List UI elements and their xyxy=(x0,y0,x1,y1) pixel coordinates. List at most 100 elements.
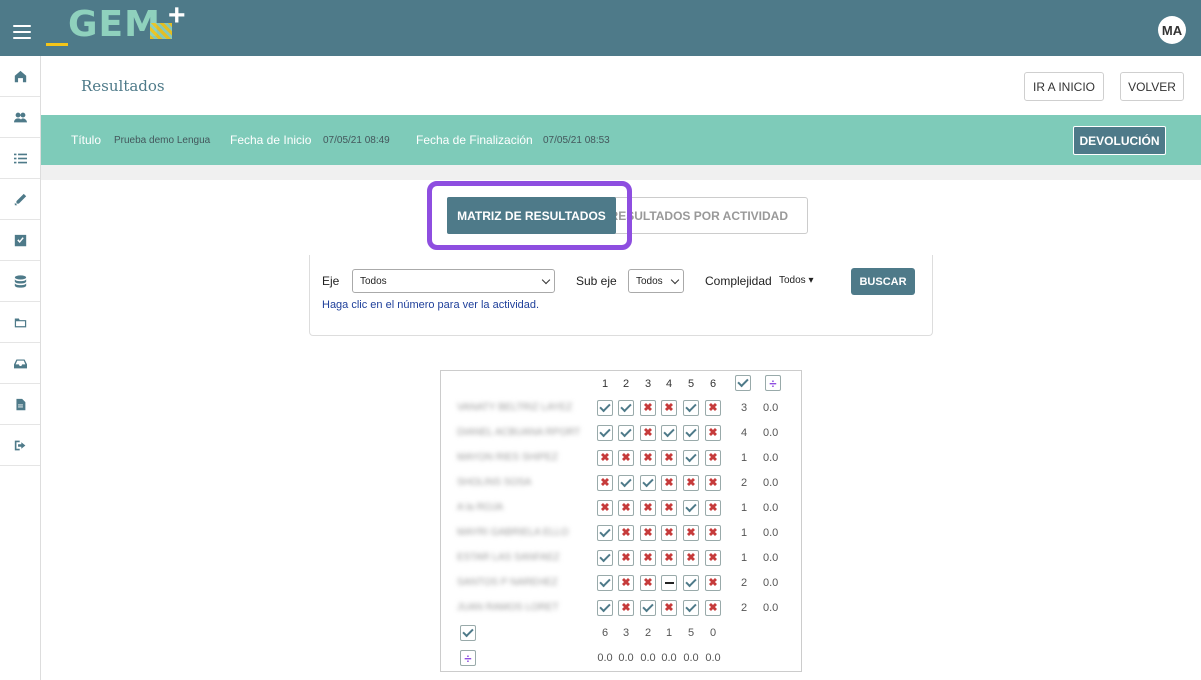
answer-cross-icon[interactable]: ✖ xyxy=(618,575,634,591)
subeje-select[interactable]: Todos xyxy=(628,269,684,293)
student-correct-count: 3 xyxy=(740,402,748,414)
header-panel: Resultados IR A INICIO VOLVER xyxy=(41,56,1201,115)
student-correct-count: 2 xyxy=(740,477,748,489)
answer-check-icon[interactable] xyxy=(597,600,613,616)
column-header-2[interactable]: 2 xyxy=(618,378,634,390)
search-button[interactable]: BUSCAR xyxy=(851,268,915,295)
answer-cross-icon[interactable]: ✖ xyxy=(661,525,677,541)
answer-cross-icon[interactable]: ✖ xyxy=(640,575,656,591)
home-button[interactable]: IR A INICIO xyxy=(1024,72,1104,101)
answer-cross-icon[interactable]: ✖ xyxy=(618,550,634,566)
answer-check-icon[interactable] xyxy=(683,575,699,591)
devolucion-button[interactable]: DEVOLUCIÓN xyxy=(1073,126,1166,155)
sidebar-item-database[interactable] xyxy=(0,261,40,302)
answer-check-icon[interactable] xyxy=(597,425,613,441)
column-header-4[interactable]: 4 xyxy=(661,378,677,390)
answer-cross-icon[interactable]: ✖ xyxy=(618,500,634,516)
top-bar: GEM + MA xyxy=(0,0,1201,56)
column-header-5[interactable]: 5 xyxy=(683,378,699,390)
answer-check-icon[interactable] xyxy=(597,575,613,591)
sidebar-item-folder[interactable] xyxy=(0,302,40,343)
eje-select[interactable]: Todos xyxy=(352,269,555,293)
student-name: SANTOS P NAREHEZ xyxy=(457,577,558,588)
answer-cross-icon[interactable]: ✖ xyxy=(683,550,699,566)
answer-cross-icon[interactable]: ✖ xyxy=(705,500,721,516)
answer-cross-icon[interactable]: ✖ xyxy=(661,400,677,416)
answer-cross-icon[interactable]: ✖ xyxy=(618,600,634,616)
answer-cross-icon[interactable]: ✖ xyxy=(640,400,656,416)
column-total: 1 xyxy=(665,627,673,639)
answer-check-icon[interactable] xyxy=(618,425,634,441)
sidebar-item-list[interactable] xyxy=(0,138,40,179)
answer-cross-icon[interactable]: ✖ xyxy=(640,525,656,541)
student-correct-count: 1 xyxy=(740,452,748,464)
answer-cross-icon[interactable]: ✖ xyxy=(597,450,613,466)
student-average: 0.0 xyxy=(763,552,779,564)
answer-check-icon[interactable] xyxy=(661,425,677,441)
start-date-label: Fecha de Inicio xyxy=(230,133,312,147)
answer-check-icon[interactable] xyxy=(618,475,634,491)
answer-check-icon[interactable] xyxy=(640,600,656,616)
answer-cross-icon[interactable]: ✖ xyxy=(705,600,721,616)
answer-cross-icon[interactable]: ✖ xyxy=(618,525,634,541)
answer-check-icon[interactable] xyxy=(640,475,656,491)
answer-check-icon[interactable] xyxy=(683,425,699,441)
student-correct-count: 1 xyxy=(740,502,748,514)
column-header-6[interactable]: 6 xyxy=(705,378,721,390)
answer-check-icon[interactable] xyxy=(618,400,634,416)
filter-panel: Eje Todos Sub eje Todos Complejidad Todo… xyxy=(309,255,933,336)
answer-dash-icon[interactable] xyxy=(661,575,677,591)
answer-cross-icon[interactable]: ✖ xyxy=(705,525,721,541)
answer-cross-icon[interactable]: ✖ xyxy=(705,400,721,416)
column-header-3[interactable]: 3 xyxy=(640,378,656,390)
student-correct-count: 2 xyxy=(740,602,748,614)
answer-cross-icon[interactable]: ✖ xyxy=(640,450,656,466)
answer-cross-icon[interactable]: ✖ xyxy=(705,425,721,441)
answer-cross-icon[interactable]: ✖ xyxy=(640,425,656,441)
answer-cross-icon[interactable]: ✖ xyxy=(683,525,699,541)
answer-cross-icon[interactable]: ✖ xyxy=(705,450,721,466)
answer-cross-icon[interactable]: ✖ xyxy=(640,550,656,566)
answer-check-icon[interactable] xyxy=(597,525,613,541)
answer-cross-icon[interactable]: ✖ xyxy=(661,600,677,616)
inbox-icon xyxy=(13,358,27,368)
eje-select-value: Todos xyxy=(360,275,387,287)
avatar[interactable]: MA xyxy=(1158,16,1186,44)
answer-cross-icon[interactable]: ✖ xyxy=(661,550,677,566)
answer-cross-icon[interactable]: ✖ xyxy=(683,475,699,491)
column-header-1[interactable]: 1 xyxy=(597,378,613,390)
sidebar-item-tasks[interactable] xyxy=(0,220,40,261)
answer-check-icon[interactable] xyxy=(683,400,699,416)
answer-cross-icon[interactable]: ✖ xyxy=(661,500,677,516)
answer-check-icon[interactable] xyxy=(683,450,699,466)
document-icon xyxy=(15,398,25,410)
answer-check-icon[interactable] xyxy=(597,550,613,566)
sidebar-item-users[interactable] xyxy=(0,97,40,138)
complejidad-select[interactable]: Todos ▾ xyxy=(779,275,813,286)
answer-cross-icon[interactable]: ✖ xyxy=(705,550,721,566)
subeje-label: Sub eje xyxy=(576,274,617,288)
sidebar-item-dashboard[interactable] xyxy=(0,56,40,97)
answer-cross-icon[interactable]: ✖ xyxy=(661,475,677,491)
answer-cross-icon[interactable]: ✖ xyxy=(640,500,656,516)
menu-icon[interactable] xyxy=(13,25,31,39)
answer-cross-icon[interactable]: ✖ xyxy=(705,575,721,591)
answer-cross-icon[interactable]: ✖ xyxy=(618,450,634,466)
sidebar-item-document[interactable] xyxy=(0,384,40,425)
student-name: VANATY BELTRIZ LAYEZ xyxy=(457,402,573,413)
answer-cross-icon[interactable]: ✖ xyxy=(661,450,677,466)
answer-check-icon[interactable] xyxy=(683,500,699,516)
answer-cross-icon[interactable]: ✖ xyxy=(597,475,613,491)
answer-check-icon[interactable] xyxy=(597,400,613,416)
answer-cross-icon[interactable]: ✖ xyxy=(597,500,613,516)
student-name: JUAN RAMOS LORET xyxy=(457,602,559,613)
student-average: 0.0 xyxy=(763,577,779,589)
sidebar-item-edit[interactable] xyxy=(0,179,40,220)
back-button[interactable]: VOLVER xyxy=(1120,72,1184,101)
student-name: A la ROJA xyxy=(457,502,504,513)
sidebar-item-logout[interactable] xyxy=(0,425,40,466)
column-total: 5 xyxy=(687,627,695,639)
answer-cross-icon[interactable]: ✖ xyxy=(705,475,721,491)
sidebar-item-inbox[interactable] xyxy=(0,343,40,384)
answer-check-icon[interactable] xyxy=(683,600,699,616)
